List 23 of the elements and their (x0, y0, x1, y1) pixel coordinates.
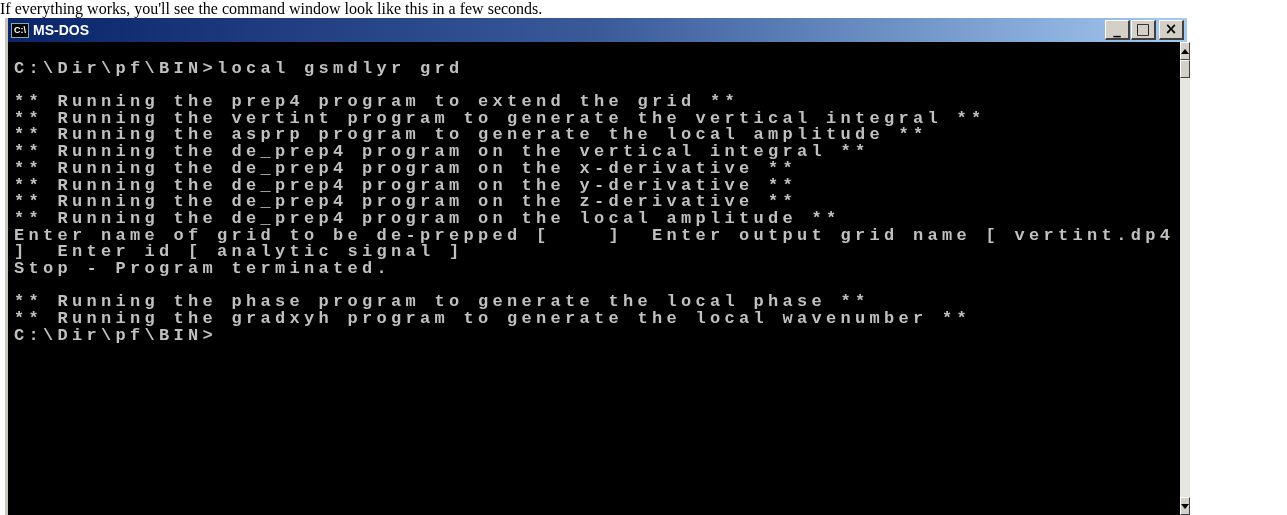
console-line: Stop - Program terminated. (14, 260, 392, 278)
console-line: ** Running the de_prep4 program on the z-derivative ** (14, 194, 798, 211)
console-line: ** Running the de_prep4 program on the x-derivative ** (14, 160, 798, 178)
console-line: C:\Dir\pf\BIN> (14, 327, 218, 345)
console-line: ** Running the prep4 program to extend the grid ** (14, 94, 740, 111)
scroll-down-button[interactable] (1180, 497, 1191, 515)
console-line: ** Running the phase program to generate the local phase ** (14, 294, 870, 311)
window-title: MS-DOS (33, 20, 89, 40)
console-line: ** Running the de_prep4 program on the vertical integral ** (14, 144, 870, 161)
caption-text: If everything works, you'll see the command window look like this in a few seconds. (0, 0, 543, 18)
console-line: ** Running the gradxyh program to generate the local wavenumber ** (14, 311, 972, 328)
maximize-button[interactable]: □ (1131, 20, 1156, 40)
console-line: ** Running the de_prep4 program on the local amplitude ** (14, 210, 841, 228)
scroll-up-button[interactable] (1180, 42, 1191, 60)
console-line: ** Running the asprp program to generate the local amplitude ** (14, 127, 928, 145)
minimize-button[interactable]: _ (1105, 20, 1130, 40)
scrollbar[interactable] (1180, 42, 1191, 515)
console-line: ] Enter id [ analytic signal ] (14, 244, 464, 261)
scroll-thumb[interactable] (1180, 60, 1191, 78)
console-line: C:\Dir\pf\BIN>local gsmdlyr grd (14, 60, 464, 78)
close-button[interactable]: × (1159, 20, 1184, 40)
console-app-icon: C:\ (11, 22, 29, 38)
console-line: ** Running the vertint program to generate the vertical integral ** (14, 110, 986, 128)
